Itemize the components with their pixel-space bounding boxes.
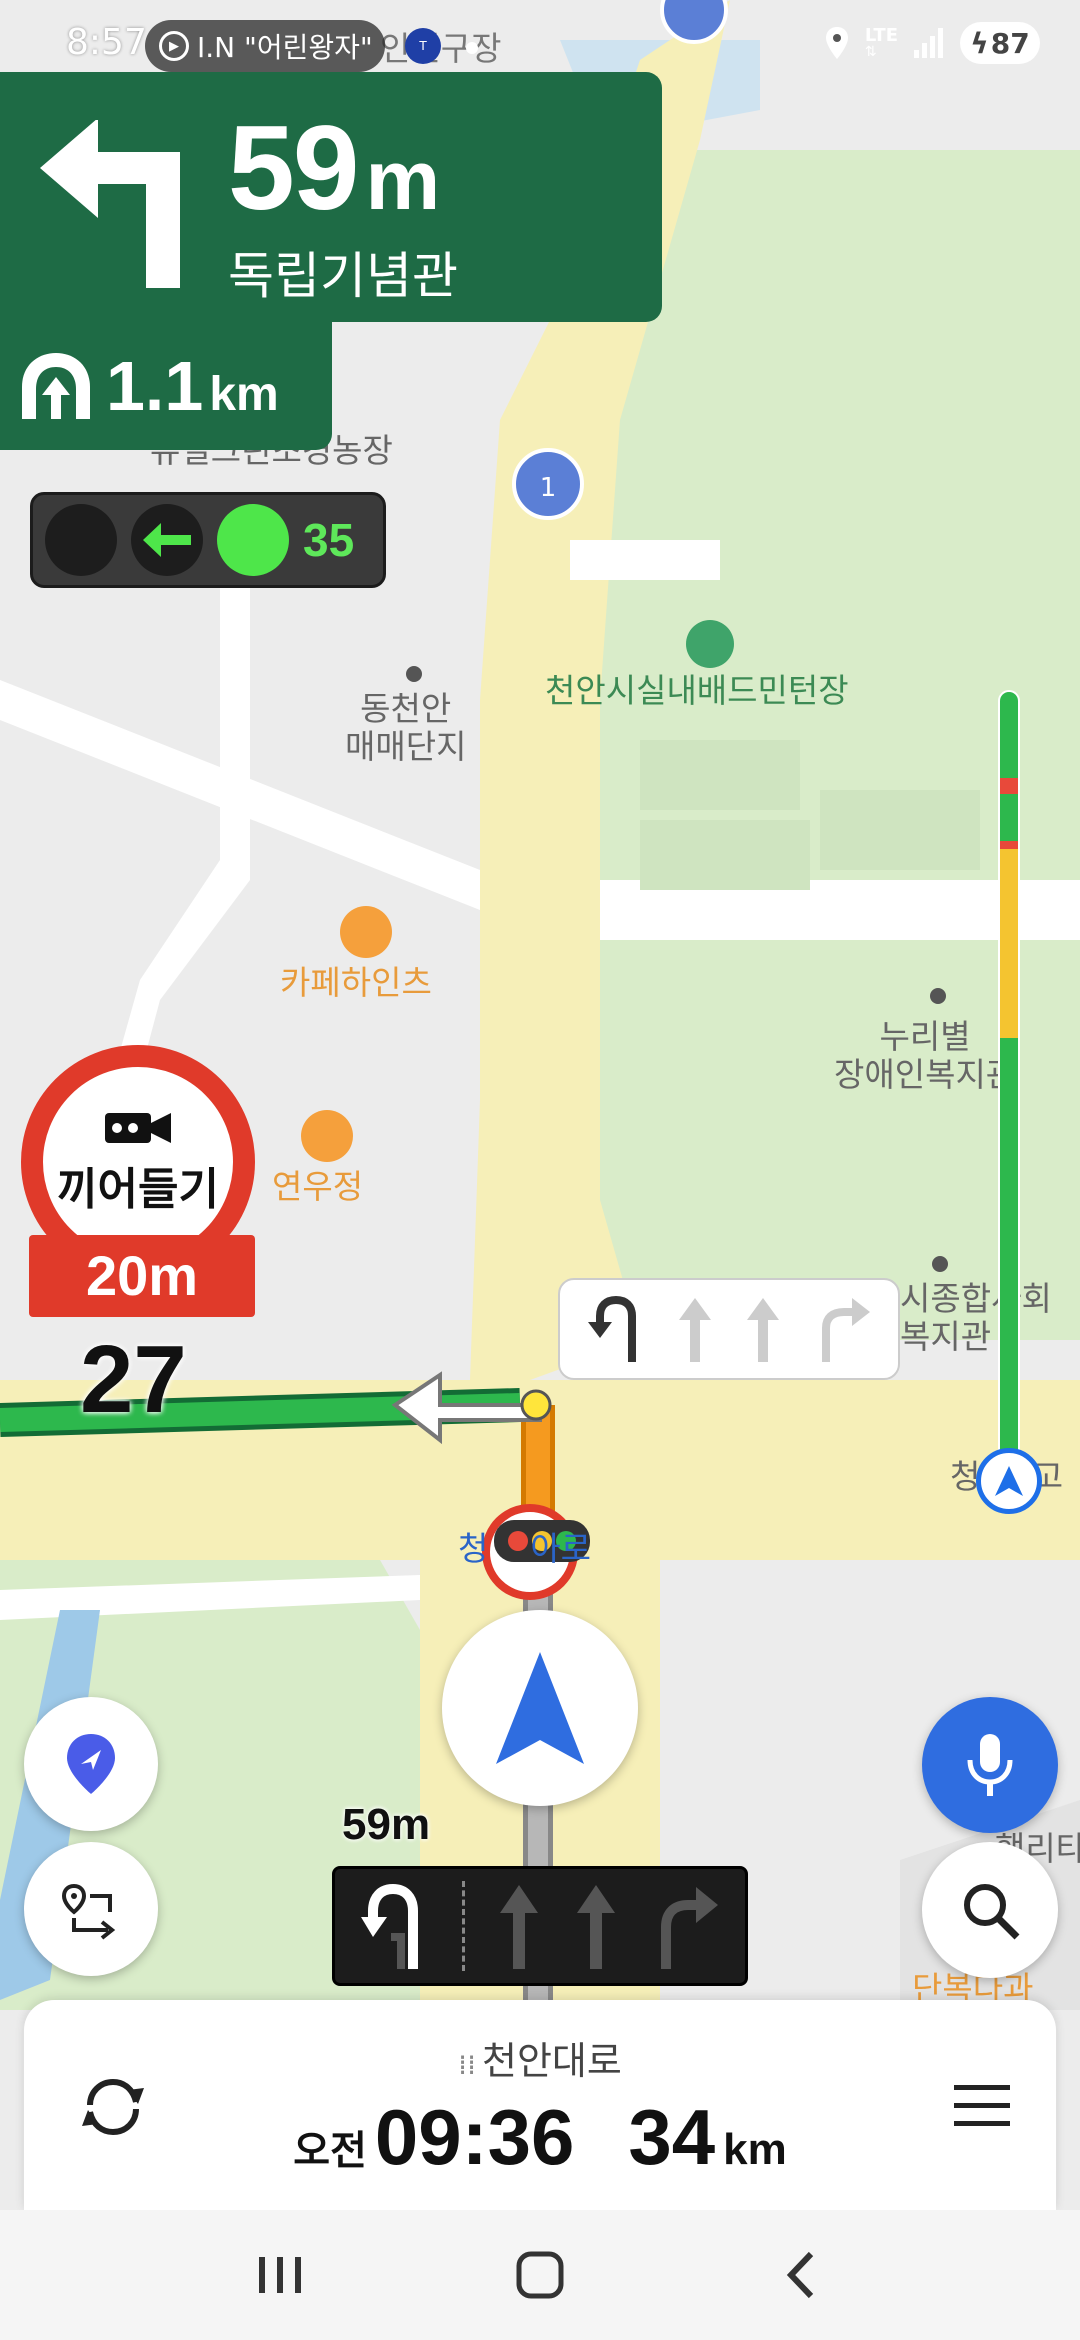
turn-distance-value: 59 <box>228 101 359 235</box>
play-icon: ▶ <box>159 31 189 61</box>
lane-straight-icon <box>678 1298 711 1362</box>
traffic-signal-panel: 35 <box>30 492 386 588</box>
lane-right-icon <box>821 1298 870 1362</box>
tunnel-distance-value: 1.1 <box>106 347 204 425</box>
camera-icon <box>105 1113 171 1143</box>
turn-left-arrow-icon <box>40 120 180 288</box>
signal-countdown: 35 <box>303 514 355 566</box>
music-title: I.N "어린왕자" <box>197 31 373 64</box>
charging-icon: ϟ <box>970 26 989 60</box>
tunnel-icon <box>22 353 90 419</box>
turn-guidance-panel[interactable]: 59m 독립기념관 <box>0 72 662 322</box>
lane-left-uturn-icon <box>588 1295 637 1362</box>
notification-dot-icon <box>466 42 478 54</box>
route-options-button[interactable] <box>24 1842 158 1976</box>
camera-warning-sign: 끼어들기 20m <box>15 1045 255 1317</box>
route-progress-segment <box>1000 692 1018 779</box>
media-notification[interactable]: ▶ I.N "어린왕자" <box>145 20 385 72</box>
svg-text:1: 1 <box>540 473 557 503</box>
map-label-yeonwoo: 연우정 <box>272 1167 364 1206</box>
route-progress-bar <box>998 690 1020 1480</box>
route-progress-segment <box>1000 849 1018 1038</box>
lane-guide-bar <box>332 1866 748 1986</box>
route-progress-segment <box>1000 841 1018 850</box>
eta-time: 09:36 <box>374 2093 575 2181</box>
tunnel-guidance-panel: 1.1 km <box>0 322 332 450</box>
route-summary-panel[interactable]: ⁞⁞ 천안대로 오전 09:36 34 km <box>24 2000 1056 2210</box>
map-label-nuribyeol: 누리별 장애인복지관 <box>834 1017 1017 1094</box>
microphone-icon <box>967 1734 1013 1796</box>
location-pin-icon <box>67 1734 115 1794</box>
tunnel-distance: 1.1 km <box>106 351 279 421</box>
lane-right-icon <box>660 1887 718 1969</box>
current-speed: 27 <box>80 1326 187 1433</box>
turn-distance-unit: m <box>365 133 441 227</box>
remaining-distance: 34 <box>628 2093 716 2181</box>
map-label-cafe: 카페하인츠 <box>280 963 432 1002</box>
route-progress-segment <box>1000 794 1018 842</box>
recenter-button[interactable] <box>442 1610 638 1806</box>
home-button[interactable] <box>490 2225 590 2325</box>
lane-left-uturn-icon <box>360 1883 418 1969</box>
search-button[interactable] <box>922 1842 1058 1978</box>
eta-row: 오전 09:36 34 km <box>24 2092 1056 2183</box>
lane-popup <box>558 1278 900 1380</box>
camera-distance: 20m <box>29 1235 255 1317</box>
menu-button[interactable] <box>942 2066 1022 2146</box>
lane-guide-distance: 59m <box>342 1800 431 1849</box>
map-label-badminton: 천안시실내배드민턴장 <box>545 671 849 710</box>
back-icon <box>786 2251 814 2299</box>
my-location-button[interactable] <box>24 1697 158 1831</box>
signal-left-arrow-icon <box>131 504 203 576</box>
network-type: LTE <box>864 25 898 46</box>
recent-apps-icon <box>259 2257 301 2293</box>
back-button[interactable] <box>750 2225 850 2325</box>
turn-distance: 59m <box>228 108 440 228</box>
map-label-dongcheonan: 동천안 매매단지 <box>345 689 467 766</box>
eta-prefix: 오전 <box>293 2128 367 2174</box>
voice-search-button[interactable] <box>922 1697 1058 1833</box>
navigation-arrow-icon <box>995 1466 1023 1496</box>
current-position-marker <box>976 1448 1042 1514</box>
location-icon <box>825 27 848 59</box>
status-icons: LTE ⇅ ϟ 87 <box>823 22 1040 64</box>
hamburger-menu-icon <box>954 2085 1010 2126</box>
signal-green-light <box>217 504 289 576</box>
lane-straight-icon <box>747 1298 780 1362</box>
tunnel-distance-unit: km <box>209 368 279 421</box>
route-progress-segment <box>1000 1037 1018 1478</box>
recent-apps-button[interactable] <box>230 2225 330 2325</box>
current-road: ⁞⁞ 천안대로 <box>24 2030 1056 2085</box>
map-label-cheonga-ro: 청 아로 <box>458 1529 592 1568</box>
camera-label: 끼어들기 <box>57 1164 219 1215</box>
lte-indicator: LTE ⇅ <box>864 25 898 60</box>
lane-straight-icon <box>576 1885 615 1969</box>
signal-red-light <box>45 504 117 576</box>
battery-level: 87 <box>990 26 1030 60</box>
system-navigation-bar <box>0 2210 1080 2340</box>
home-icon <box>516 2251 564 2299</box>
data-arrows-icon: ⇅ <box>864 44 877 60</box>
road-icon: ⁞⁞ <box>458 2048 476 2081</box>
signal-icon <box>914 28 943 58</box>
road-name: 천안대로 <box>481 2039 622 2083</box>
route-progress-segment <box>1000 778 1018 795</box>
status-time: 8:57 <box>66 22 147 63</box>
turn-destination: 독립기념관 <box>228 247 458 305</box>
lane-straight-icon <box>499 1885 538 1969</box>
map-label-sijong: 시종합사회 복지관 <box>900 1279 1052 1356</box>
app-notification-icon: T <box>405 28 441 64</box>
navigation-arrow-icon <box>496 1652 584 1764</box>
route-change-icon <box>61 1883 116 1940</box>
battery-indicator: ϟ 87 <box>960 22 1040 64</box>
remaining-distance-unit: km <box>723 2125 787 2174</box>
search-icon <box>964 1884 1020 1940</box>
lane-separator <box>461 1881 465 1971</box>
